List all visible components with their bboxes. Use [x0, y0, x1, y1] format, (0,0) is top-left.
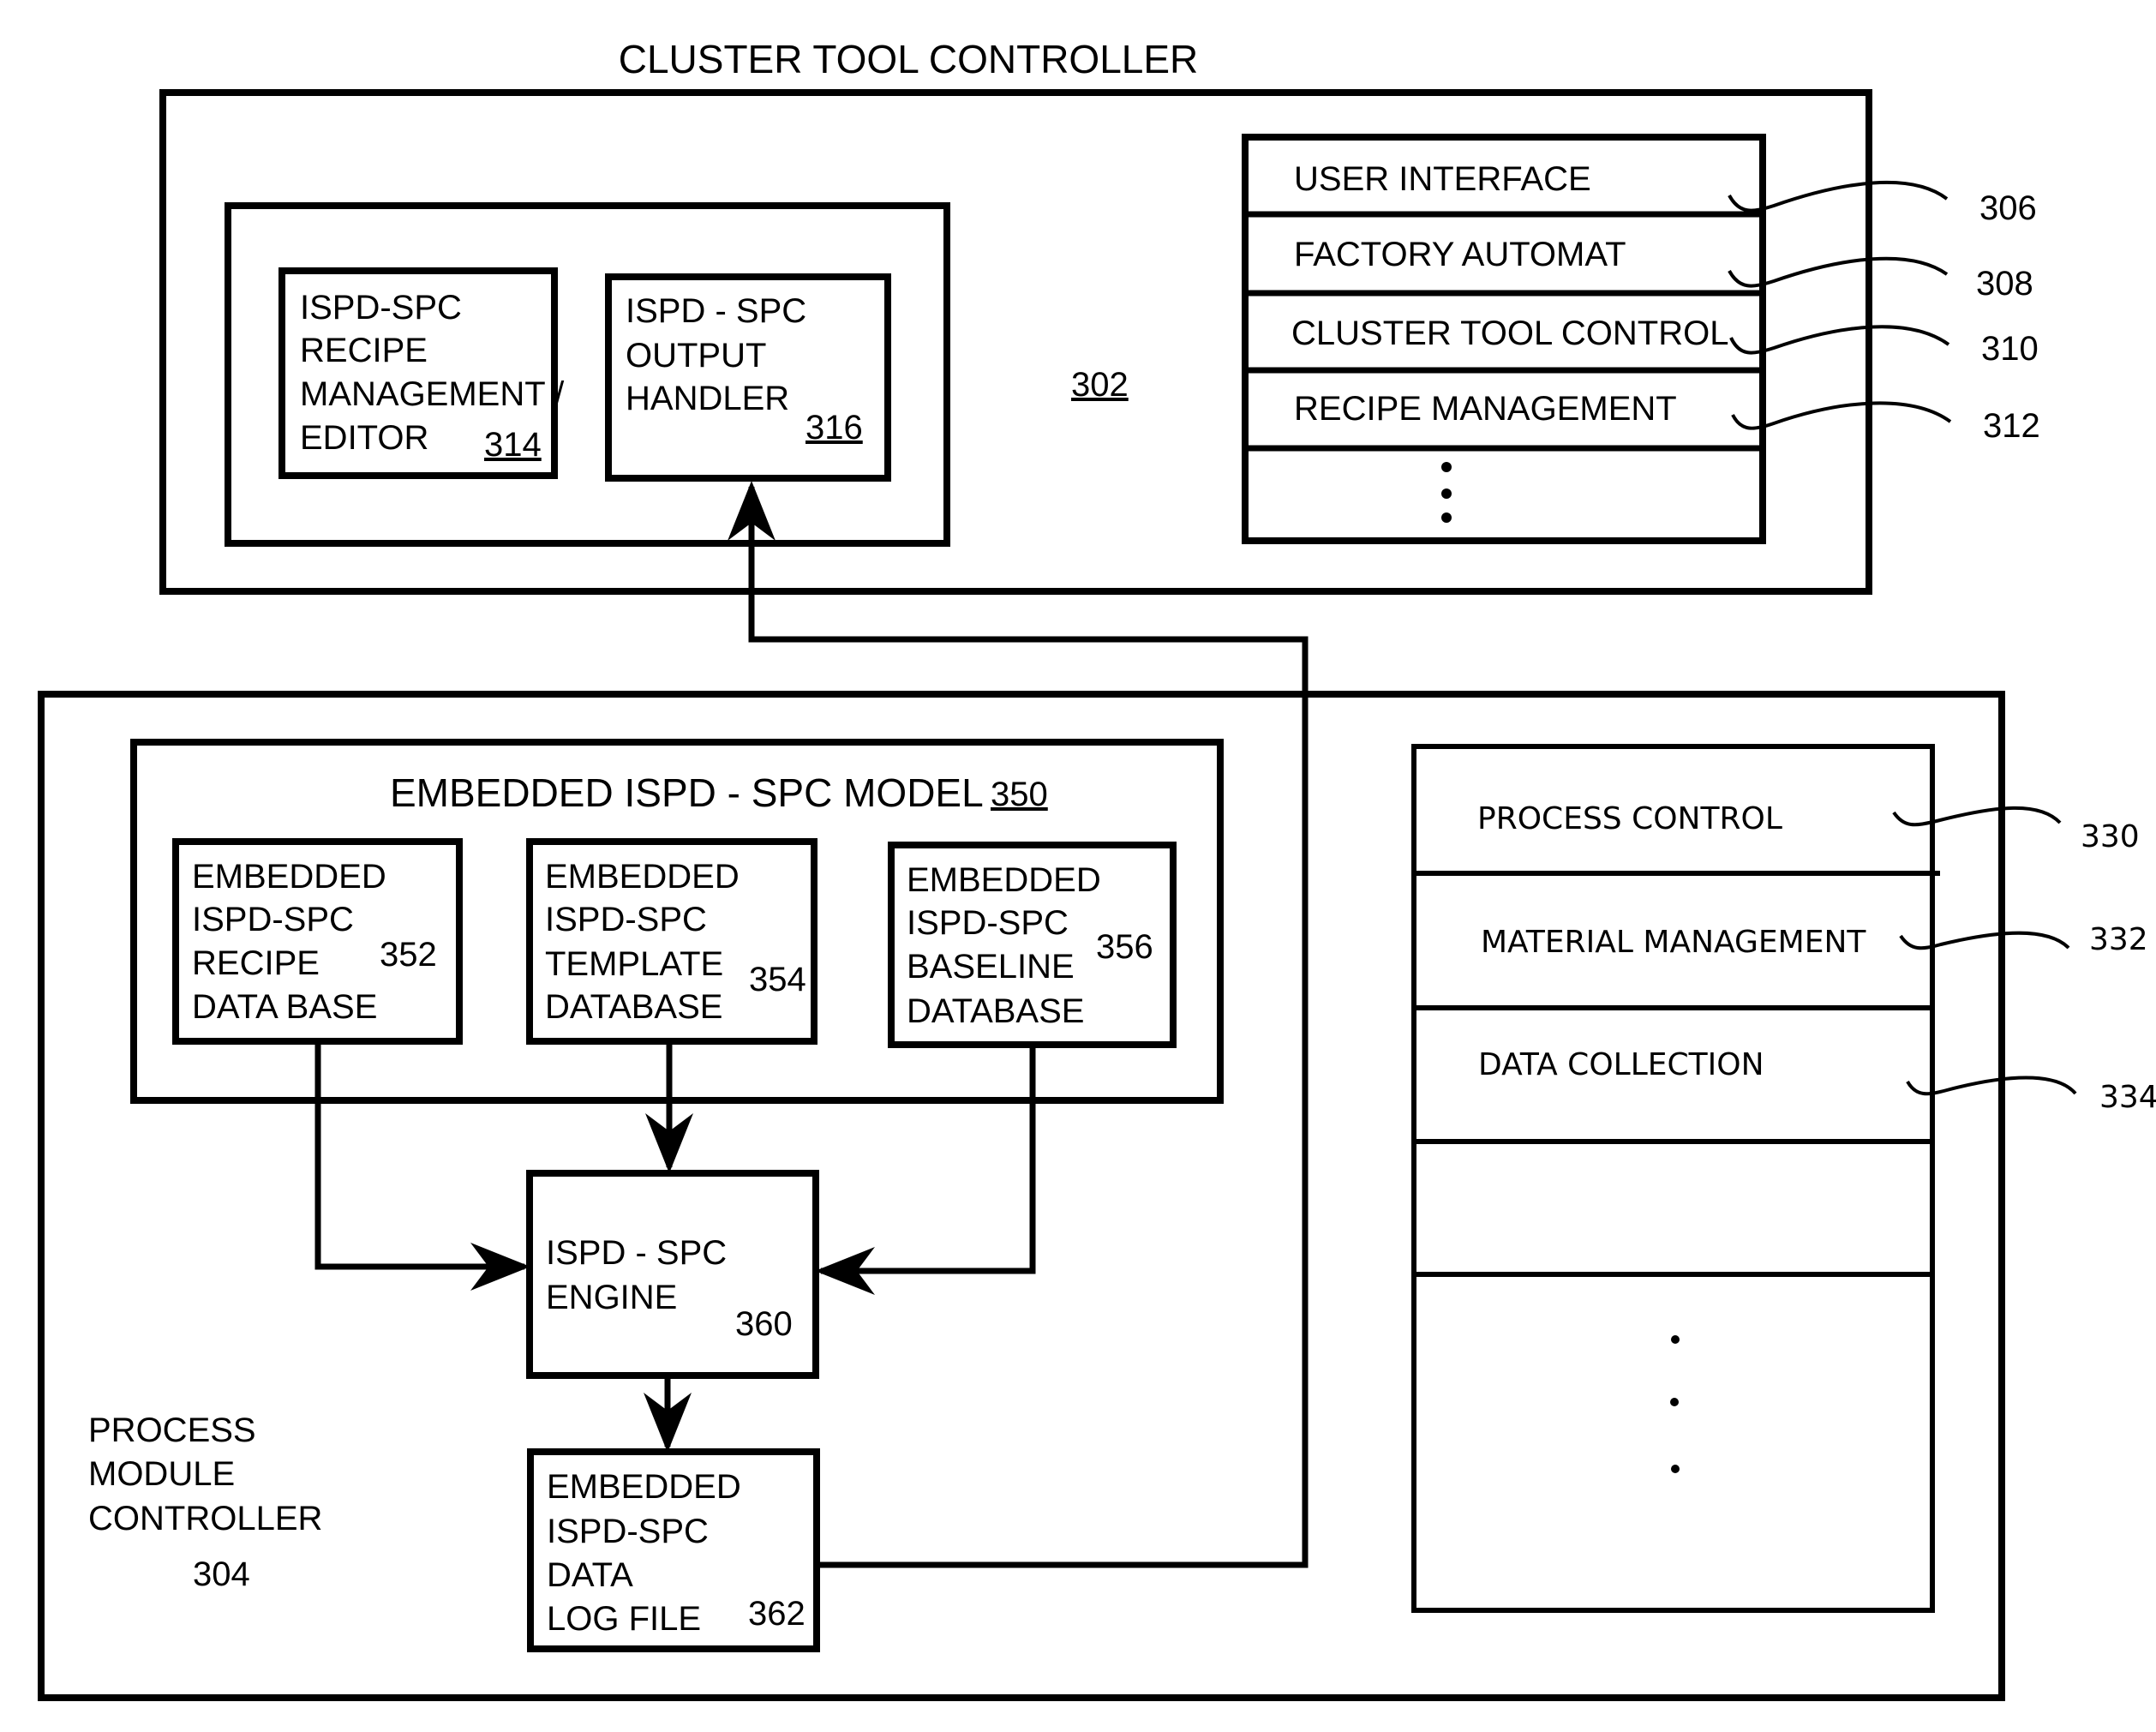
ref-330: 330 — [2081, 819, 2140, 854]
template-db-ref: 354 — [749, 961, 806, 998]
baseline-db-ref: 356 — [1096, 928, 1153, 966]
log-file-line-1: EMBEDDED — [547, 1468, 741, 1506]
pmc-label-line-1: PROCESS — [88, 1411, 256, 1449]
template-db-line-2: ISPD-SPC — [545, 901, 707, 938]
pmc-ref: 304 — [193, 1555, 250, 1593]
output-handler-ref: 316 — [806, 409, 863, 446]
stack-item-user-interface: USER INTERFACE — [1294, 160, 1591, 198]
recipe-editor-block: ISPD-SPC RECIPE MANAGEMENT / EDITOR 314 — [278, 267, 565, 479]
stack-item-cluster-tool-control: CLUSTER TOOL CONTROL — [1291, 315, 1728, 352]
embedded-model-title: EMBEDDED ISPD - SPC MODEL — [390, 770, 984, 815]
baseline-db-line-3: BASELINE — [907, 948, 1075, 986]
template-db-line-4: DATABASE — [545, 988, 722, 1026]
template-database-block: EMBEDDED ISPD-SPC TEMPLATE DATABASE 354 — [526, 838, 817, 1045]
cluster-tool-controller-title: CLUSTER TOOL CONTROLLER — [619, 37, 1199, 81]
ref-308: 308 — [1976, 265, 2033, 303]
stack-item-recipe-management: RECIPE MANAGEMENT — [1294, 390, 1677, 428]
recipe-db-line-3: RECIPE — [192, 944, 320, 982]
engine-line-2: ENGINE — [546, 1279, 677, 1316]
recipe-db-ref: 352 — [380, 936, 437, 974]
recipe-db-line-2: ISPD-SPC — [192, 901, 354, 938]
ref-306: 306 — [1979, 189, 2037, 227]
output-handler-line-3: HANDLER — [626, 380, 789, 417]
output-handler-line-1: ISPD - SPC — [626, 292, 806, 330]
baseline-db-line-2: ISPD-SPC — [907, 904, 1069, 942]
ref-332: 332 — [2089, 922, 2148, 957]
stack-item-factory-automat: FACTORY AUTOMAT — [1294, 236, 1626, 273]
template-db-line-3: TEMPLATE — [545, 945, 723, 983]
embedded-model-ref: 350 — [991, 776, 1048, 813]
engine-ref: 360 — [735, 1305, 793, 1343]
pmc-label-line-2: MODULE — [88, 1455, 235, 1493]
stack-item-data-collection: DATA COLLECTION — [1478, 1047, 1764, 1082]
ref-310: 310 — [1981, 330, 2039, 368]
ref-334: 334 — [2099, 1080, 2156, 1115]
recipe-editor-line-1: ISPD-SPC — [300, 289, 462, 327]
stack-item-process-control: PROCESS CONTROL — [1477, 801, 1782, 836]
log-file-line-3: DATA — [547, 1556, 633, 1594]
pmc-label-line-3: CONTROLLER — [88, 1500, 322, 1537]
recipe-editor-line-4: EDITOR — [300, 419, 428, 457]
log-file-line-2: ISPD-SPC — [547, 1513, 709, 1550]
engine-line-1: ISPD - SPC — [546, 1234, 727, 1272]
recipe-editor-line-3: MANAGEMENT / — [300, 375, 565, 413]
baseline-db-line-1: EMBEDDED — [907, 861, 1101, 899]
cluster-tool-controller-ref: 302 — [1071, 366, 1129, 404]
log-file-line-4: LOG FILE — [547, 1600, 701, 1638]
log-file-ref: 362 — [748, 1595, 806, 1633]
output-handler-block: ISPD - SPC OUTPUT HANDLER 316 — [605, 273, 891, 482]
stack-item-material-management: MATERIAL MANAGEMENT — [1481, 925, 1866, 960]
ref-312: 312 — [1983, 407, 2040, 445]
cluster-tool-diagram: CLUSTER TOOL CONTROLLER ISPD-SPC RECIPE … — [38, 37, 2156, 1701]
recipe-db-line-1: EMBEDDED — [192, 858, 386, 896]
ctc-software-stack: USER INTERFACE FACTORY AUTOMAT CLUSTER T… — [1242, 134, 1766, 544]
pmc-software-stack: PROCESS CONTROL MATERIAL MANAGEMENT DATA… — [1411, 744, 1940, 1613]
recipe-db-line-4: DATA BASE — [192, 988, 377, 1026]
baseline-db-line-4: DATABASE — [907, 992, 1084, 1030]
template-db-line-1: EMBEDDED — [545, 858, 740, 896]
spc-engine-block: ISPD - SPC ENGINE 360 — [526, 1170, 819, 1379]
baseline-database-block: EMBEDDED ISPD-SPC BASELINE DATABASE 356 — [888, 842, 1177, 1048]
recipe-database-block: EMBEDDED ISPD-SPC RECIPE DATA BASE 352 — [172, 838, 463, 1045]
output-handler-line-2: OUTPUT — [626, 337, 766, 375]
data-log-file-block: EMBEDDED ISPD-SPC DATA LOG FILE 362 — [527, 1448, 820, 1652]
recipe-editor-ref: 314 — [484, 426, 542, 464]
recipe-editor-line-2: RECIPE — [300, 332, 428, 369]
